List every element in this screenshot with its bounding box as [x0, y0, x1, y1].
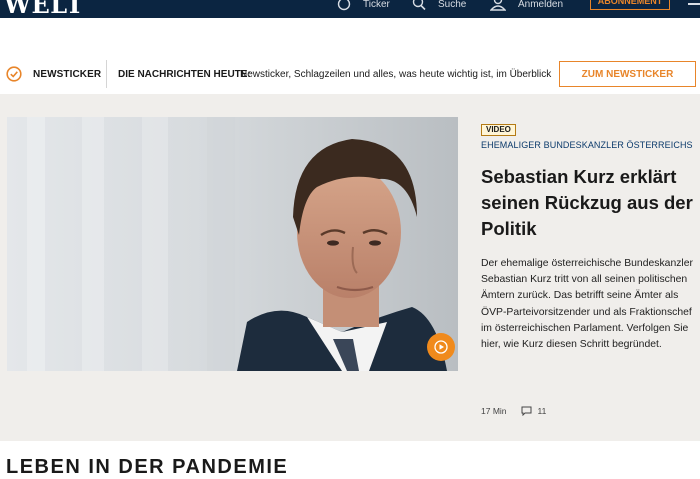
article-headline[interactable]: Sebastian Kurz erklärt seinen Rückzug au…: [481, 164, 700, 242]
video-thumbnail[interactable]: [7, 117, 458, 371]
nav-login[interactable]: Anmelden: [490, 0, 563, 11]
feature-article: VIDEO EHEMALIGER BUNDESKANZLER ÖSTERREIC…: [0, 94, 700, 441]
menu-icon[interactable]: [688, 3, 700, 5]
comment-count[interactable]: 11: [538, 406, 547, 416]
to-newsticker-button[interactable]: ZUM NEWSTICKER: [559, 61, 696, 87]
nav-ticker[interactable]: Ticker: [337, 0, 390, 11]
nav-ticker-label: Ticker: [363, 0, 390, 10]
article-teaser[interactable]: Der ehemalige österreichische Bundeskanz…: [481, 256, 697, 353]
divider: [106, 60, 107, 88]
subscribe-button[interactable]: ABONNEMENT: [590, 0, 670, 10]
nav-login-label: Anmelden: [518, 0, 564, 10]
newsticker-text[interactable]: Newsticker, Schlagzeilen und alles, was …: [240, 69, 551, 80]
play-button[interactable]: [427, 333, 455, 361]
comment-icon[interactable]: [521, 406, 532, 416]
article-kicker[interactable]: EHEMALIGER BUNDESKANZLER ÖSTERREICHS: [481, 140, 693, 150]
play-icon: [434, 340, 448, 354]
video-badge: VIDEO: [481, 124, 516, 136]
user-icon: [490, 0, 506, 11]
welt-logo[interactable]: WELT: [4, 0, 84, 18]
clock-icon: [337, 0, 351, 11]
search-icon: [412, 0, 426, 11]
nav-search[interactable]: Suche: [412, 0, 466, 11]
video-still-image: [7, 117, 458, 371]
newsticker-label: NEWSTICKER: [33, 69, 102, 80]
newsticker-bar: NEWSTICKER DIE NACHRICHTEN HEUTE: Newsti…: [0, 56, 700, 92]
nav-search-label: Suche: [438, 0, 467, 10]
newsticker-headline: DIE NACHRICHTEN HEUTE:: [118, 69, 251, 80]
article-meta: 17 Min 11: [481, 406, 546, 416]
site-header: WELT Ticker Suche Anmelden ABONNEMENT: [0, 0, 700, 18]
section-heading[interactable]: LEBEN IN DER PANDEMIE: [6, 456, 288, 479]
video-duration: 17 Min: [481, 406, 507, 416]
check-circle-icon: [6, 66, 22, 82]
